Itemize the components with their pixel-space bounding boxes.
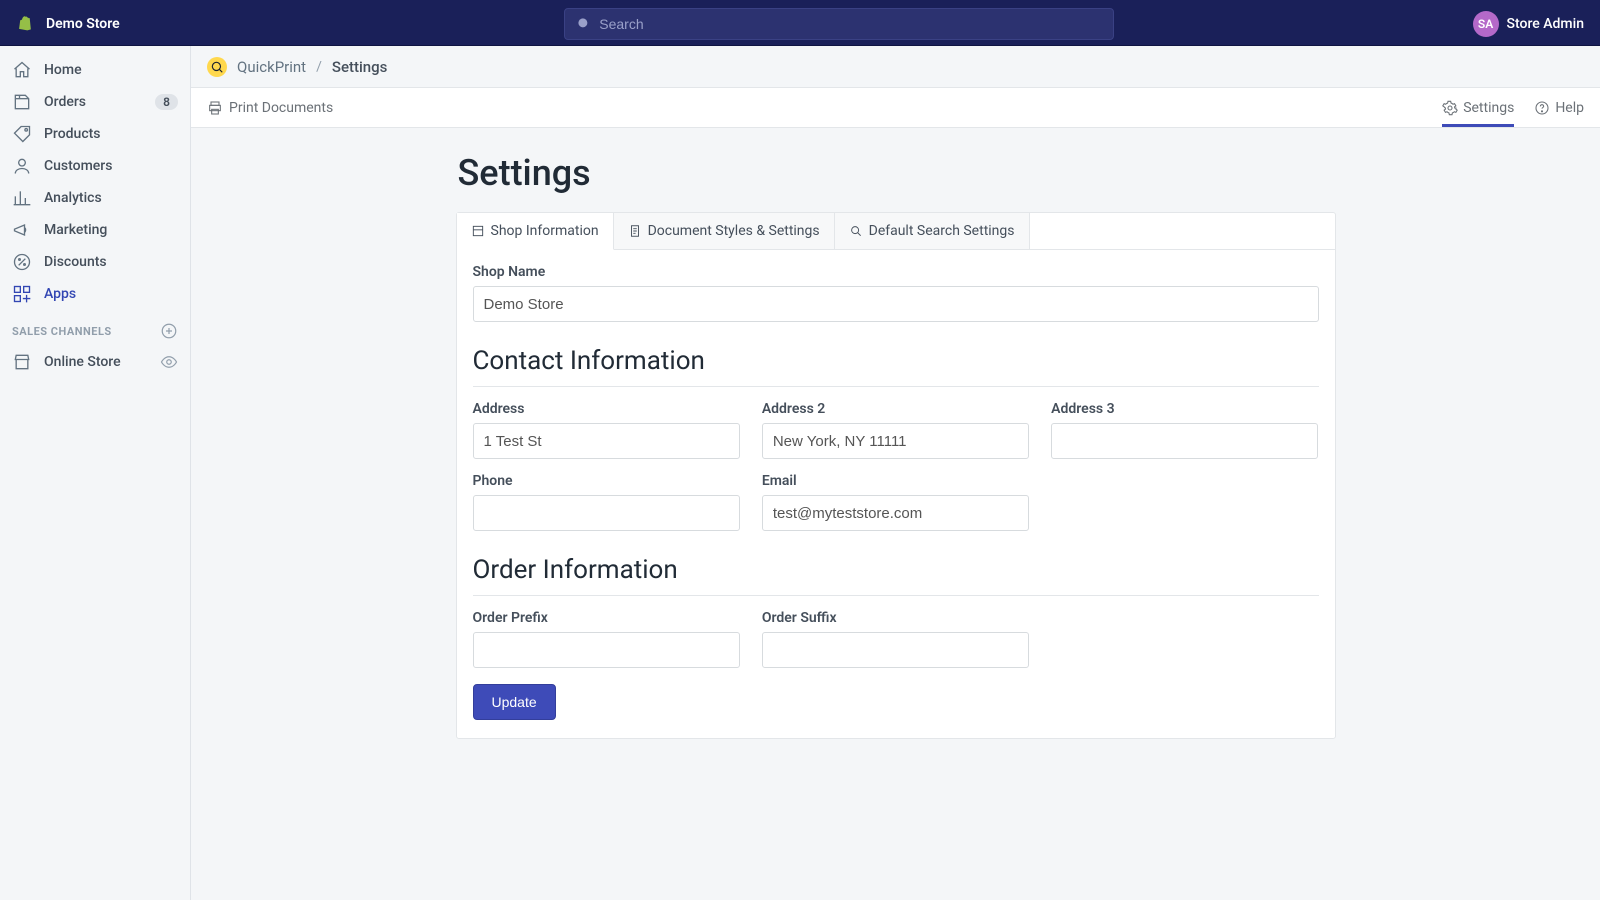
- shop-name-input[interactable]: [473, 286, 1319, 322]
- home-icon: [12, 60, 32, 80]
- user-menu[interactable]: SA Store Admin: [1473, 11, 1584, 37]
- sidebar-item-orders[interactable]: Orders 8: [0, 86, 190, 118]
- sales-channels-heading: SALES CHANNELS: [0, 310, 190, 346]
- contact-heading: Contact Information: [473, 346, 1319, 387]
- sidebar-item-marketing[interactable]: Marketing: [0, 214, 190, 246]
- sidebar-item-analytics[interactable]: Analytics: [0, 182, 190, 214]
- phone-input[interactable]: [473, 495, 740, 531]
- sidebar-item-label: Analytics: [44, 190, 102, 206]
- help-icon: [1534, 100, 1550, 116]
- sidebar-item-label: Home: [44, 62, 82, 78]
- tab-document-styles[interactable]: Document Styles & Settings: [614, 213, 835, 249]
- email-input[interactable]: [762, 495, 1029, 531]
- toolbar-help-tab[interactable]: Help: [1534, 89, 1584, 127]
- app-toolbar: Print Documents Settings Help: [191, 88, 1600, 128]
- sidebar-item-label: Marketing: [44, 222, 107, 238]
- sidebar-item-label: Products: [44, 126, 101, 142]
- channel-label: Online Store: [44, 354, 121, 370]
- toolbar-settings-tab[interactable]: Settings: [1442, 89, 1514, 127]
- tab-shop-information[interactable]: Shop Information: [457, 213, 614, 250]
- shopify-icon: [16, 14, 36, 34]
- phone-label: Phone: [473, 473, 740, 489]
- store-icon: [12, 352, 32, 372]
- sidebar-item-discounts[interactable]: Discounts: [0, 246, 190, 278]
- products-icon: [12, 124, 32, 144]
- order-heading: Order Information: [473, 555, 1319, 596]
- orders-badge: 8: [155, 94, 178, 110]
- settings-icon: [1442, 100, 1458, 116]
- customers-icon: [12, 156, 32, 176]
- sidebar: Home Orders 8 Products Customers Analyti…: [0, 46, 190, 900]
- search-input[interactable]: [599, 16, 1103, 32]
- order-suffix-label: Order Suffix: [762, 610, 1029, 626]
- app-logo-icon: [207, 57, 227, 77]
- order-suffix-input[interactable]: [762, 632, 1029, 668]
- settings-card: Shop Information Document Styles & Setti…: [456, 212, 1336, 739]
- global-search[interactable]: [564, 8, 1114, 40]
- sidebar-item-label: Customers: [44, 158, 112, 174]
- breadcrumb: QuickPrint / Settings: [191, 46, 1600, 88]
- content: Settings Shop Information Document Style…: [191, 128, 1600, 900]
- shop-name-label: Shop Name: [473, 264, 1319, 280]
- address2-input[interactable]: [762, 423, 1029, 459]
- sidebar-item-customers[interactable]: Customers: [0, 150, 190, 182]
- breadcrumb-current: Settings: [332, 58, 388, 76]
- page-title: Settings: [458, 152, 1336, 194]
- breadcrumb-sep: /: [316, 59, 322, 75]
- store-name: Demo Store: [46, 16, 120, 32]
- apps-icon: [12, 284, 32, 304]
- address-input[interactable]: [473, 423, 740, 459]
- address3-label: Address 3: [1051, 401, 1318, 417]
- order-prefix-input[interactable]: [473, 632, 740, 668]
- user-name: Store Admin: [1507, 16, 1584, 32]
- sidebar-item-label: Apps: [44, 286, 76, 302]
- orders-icon: [12, 92, 32, 112]
- update-button[interactable]: Update: [473, 684, 556, 720]
- store-switcher[interactable]: Demo Store: [16, 14, 206, 34]
- tab-default-search[interactable]: Default Search Settings: [835, 213, 1030, 249]
- order-prefix-label: Order Prefix: [473, 610, 740, 626]
- sidebar-item-products[interactable]: Products: [0, 118, 190, 150]
- avatar: SA: [1473, 11, 1499, 37]
- sidebar-item-label: Orders: [44, 94, 86, 110]
- marketing-icon: [12, 220, 32, 240]
- main: QuickPrint / Settings Print Documents Se…: [190, 46, 1600, 900]
- sidebar-item-label: Discounts: [44, 254, 107, 270]
- address3-input[interactable]: [1051, 423, 1318, 459]
- channel-online-store[interactable]: Online Store: [0, 346, 190, 378]
- settings-tabs: Shop Information Document Styles & Setti…: [457, 213, 1335, 250]
- shop-icon: [471, 224, 485, 238]
- breadcrumb-app[interactable]: QuickPrint: [237, 58, 306, 76]
- print-icon: [207, 100, 223, 116]
- print-documents-link[interactable]: Print Documents: [207, 100, 333, 116]
- sidebar-item-home[interactable]: Home: [0, 54, 190, 86]
- sidebar-item-apps[interactable]: Apps: [0, 278, 190, 310]
- address-label: Address: [473, 401, 740, 417]
- plus-circle-icon[interactable]: [160, 322, 178, 340]
- email-label: Email: [762, 473, 1029, 489]
- discounts-icon: [12, 252, 32, 272]
- document-icon: [628, 224, 642, 238]
- search-icon: [575, 15, 593, 33]
- address2-label: Address 2: [762, 401, 1029, 417]
- topbar: Demo Store SA Store Admin: [0, 0, 1600, 46]
- search-icon: [849, 224, 863, 238]
- eye-icon[interactable]: [160, 353, 178, 371]
- analytics-icon: [12, 188, 32, 208]
